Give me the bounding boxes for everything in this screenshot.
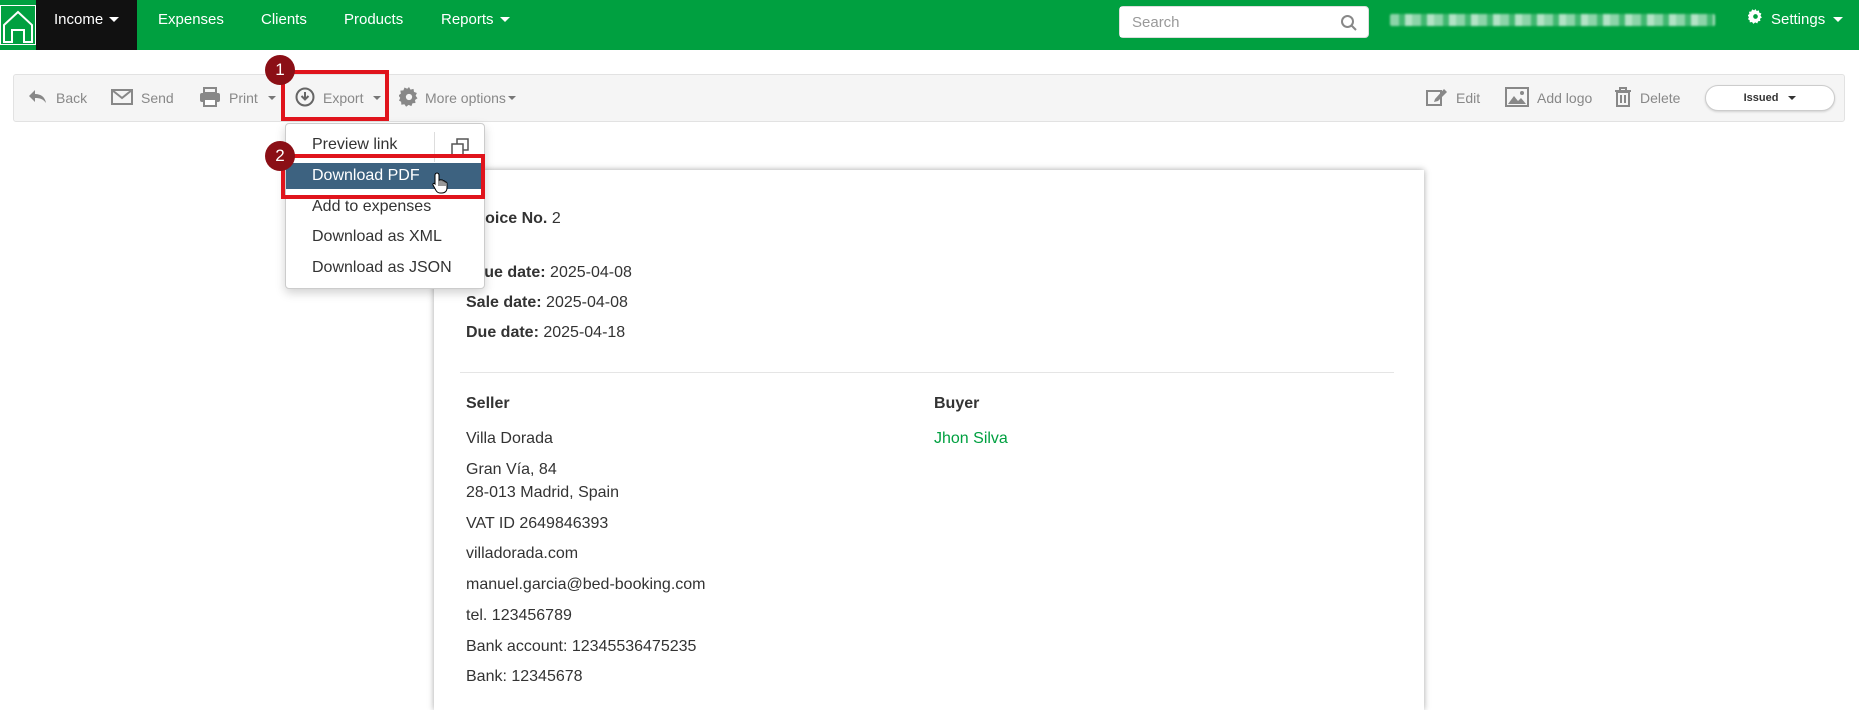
highlight-download-pdf	[281, 154, 485, 199]
edit-icon	[1426, 87, 1448, 110]
due-date: Due date: 2025-04-18	[466, 324, 626, 341]
menu-item-download-json[interactable]: Download as JSON	[286, 255, 484, 281]
account-info-blurred[interactable]	[1390, 14, 1715, 26]
nav-products[interactable]: Products	[344, 0, 403, 50]
seller-city: 28-013 Madrid, Spain	[466, 484, 619, 501]
delete-button[interactable]: Delete	[1614, 75, 1680, 121]
step-badge-1: 1	[265, 55, 295, 85]
seller-bank: Bank: 12345678	[466, 668, 583, 685]
issue-date: Issue date: 2025-04-08	[462, 264, 632, 281]
seller-website: villadorada.com	[466, 545, 579, 562]
reply-arrow-icon	[28, 89, 48, 108]
gear-icon	[1747, 0, 1763, 40]
trash-icon	[1614, 86, 1632, 110]
add-logo-button[interactable]: Add logo	[1505, 75, 1592, 121]
chevron-down-icon	[267, 96, 276, 100]
buyer-name-link[interactable]: Jhon Silva	[934, 430, 1008, 448]
envelope-icon	[111, 88, 133, 108]
home-icon[interactable]	[0, 0, 36, 50]
send-button[interactable]: Send	[111, 75, 174, 121]
seller-name: Villa Dorada	[466, 430, 553, 447]
search-input[interactable]	[1120, 7, 1320, 37]
sale-date: Sale date: 2025-04-08	[466, 294, 628, 311]
nav-income[interactable]: Income	[36, 0, 138, 50]
image-icon	[1505, 86, 1529, 110]
seller-heading: Seller	[466, 395, 510, 412]
printer-icon	[199, 86, 221, 110]
highlight-export	[281, 70, 389, 121]
seller-street: Gran Vía, 84	[466, 461, 557, 478]
seller-phone: tel. 123456789	[466, 607, 572, 624]
hand-cursor-icon	[432, 172, 448, 199]
gear-icon	[398, 86, 419, 110]
top-navbar: Income Expenses Clients Products Reports…	[0, 0, 1859, 50]
settings-menu[interactable]: Settings	[1747, 0, 1844, 40]
seller-email: manuel.garcia@bed-booking.com	[466, 576, 706, 593]
nav-clients[interactable]: Clients	[261, 0, 307, 50]
chevron-down-icon	[499, 16, 510, 22]
step-badge-2: 2	[265, 141, 295, 171]
nav-reports[interactable]: Reports	[441, 0, 510, 50]
search-icon[interactable]	[1340, 14, 1358, 37]
divider	[460, 372, 1394, 373]
seller-bank-account: Bank account: 12345536475235	[466, 638, 697, 655]
chevron-down-icon	[1833, 16, 1844, 22]
chevron-down-icon	[1788, 96, 1797, 100]
status-dropdown[interactable]: Issued	[1705, 85, 1835, 111]
search-box	[1119, 6, 1369, 38]
chevron-down-icon	[109, 16, 120, 22]
nav-expenses[interactable]: Expenses	[158, 0, 224, 50]
seller-vat: VAT ID 2649846393	[466, 515, 609, 532]
chevron-down-icon	[507, 96, 516, 100]
edit-button[interactable]: Edit	[1426, 75, 1480, 121]
back-button[interactable]: Back	[28, 75, 87, 121]
export-dropdown-menu: Preview link Download PDF Add to expense…	[285, 123, 485, 289]
more-options-button[interactable]: More options	[398, 75, 516, 121]
invoice-document: Invoice No. 2 Issue date: 2025-04-08 Sal…	[434, 170, 1424, 710]
buyer-heading: Buyer	[934, 395, 980, 412]
print-button[interactable]: Print	[199, 75, 276, 121]
menu-item-download-xml[interactable]: Download as XML	[286, 224, 484, 250]
